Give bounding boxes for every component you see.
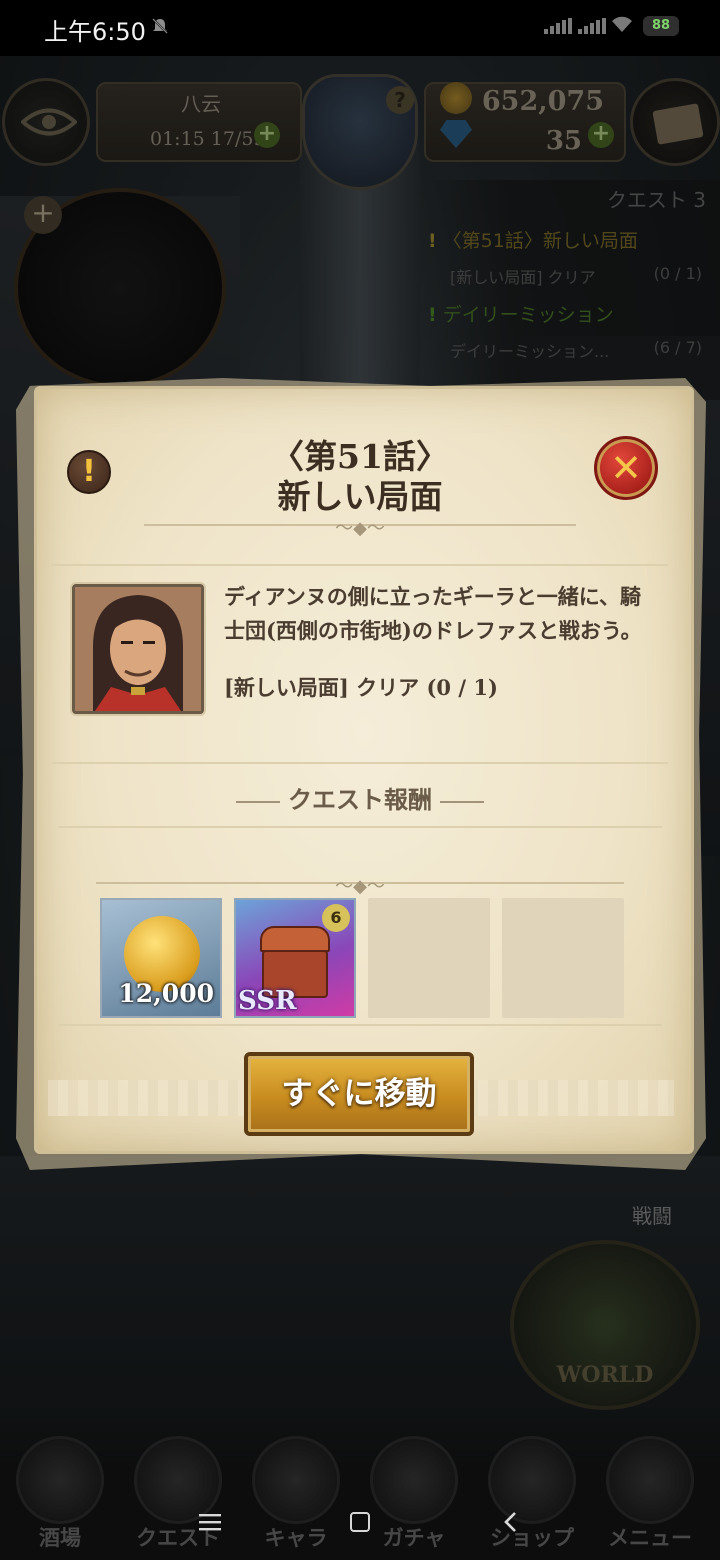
battery-icon: 88 <box>643 16 679 36</box>
system-nav-bar <box>0 1488 720 1560</box>
home-button[interactable] <box>340 1502 380 1542</box>
reward-badge: 6 <box>322 904 350 932</box>
close-icon: ✕ <box>610 446 642 490</box>
quest-description: ディアンヌの側に立ったギーラと一緒に、騎士団(西側の市街地)のドレファスと戦おう… <box>224 584 642 643</box>
quest-detail-dialog: ! 〈第51話〉 新しい局面 ✕ 〜◆〜 ディアンヌの側に立ったギーラと一緒に、… <box>12 372 708 1172</box>
reward-slot[interactable]: 12,000 <box>100 898 222 1018</box>
reward-amount: 12,000 <box>118 979 214 1008</box>
status-time: 上午6:50 <box>44 18 146 46</box>
flourish-ornament: 〜◆〜 <box>335 518 385 539</box>
character-portrait <box>72 584 204 714</box>
reward-slot-empty <box>502 898 624 1018</box>
character-face-icon <box>75 587 201 711</box>
back-chevron-icon <box>504 1512 516 1532</box>
go-now-button[interactable]: すぐに移動 <box>244 1052 474 1136</box>
quest-condition: [新しい局面] クリア (0 / 1) <box>224 675 498 700</box>
flourish-ornament: 〜◆〜 <box>335 876 385 897</box>
reward-slot[interactable]: 6 SSR <box>234 898 356 1018</box>
signal-icon-2 <box>578 18 606 34</box>
menu-lines-icon <box>199 1514 221 1531</box>
recents-button[interactable] <box>190 1502 230 1542</box>
wifi-icon <box>610 14 634 34</box>
reward-section-title: クエスト報酬 <box>12 780 708 815</box>
rarity-label: SSR <box>238 986 297 1016</box>
home-square-icon <box>350 1512 370 1532</box>
signal-icon <box>544 18 572 34</box>
status-bar: 上午6:50 88 <box>0 0 720 56</box>
close-button[interactable]: ✕ <box>594 436 658 500</box>
mute-icon <box>150 16 170 36</box>
back-button[interactable] <box>490 1502 530 1542</box>
reward-slot-empty <box>368 898 490 1018</box>
